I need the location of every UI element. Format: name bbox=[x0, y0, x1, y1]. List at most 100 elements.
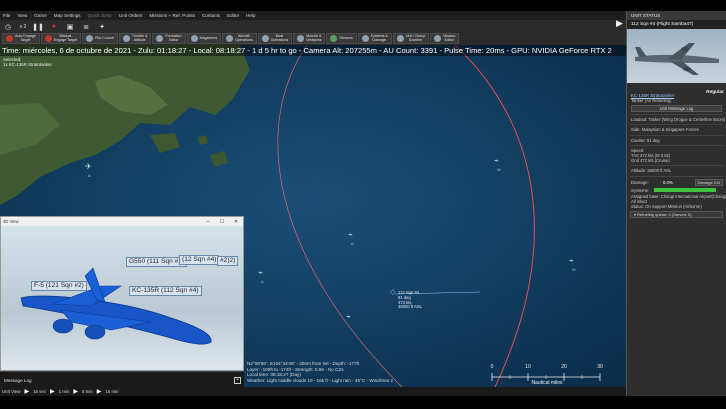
selected-unit-label: 112 Sqn #4 91 deg 473 kts 36000 ft ASL bbox=[398, 290, 422, 310]
formation-editor-button[interactable]: Formation Editor bbox=[152, 33, 186, 44]
contact-air-icon[interactable]: ⌁ bbox=[258, 269, 263, 277]
map-scale-bar: 0 10 20 30 Nautical miles bbox=[490, 364, 603, 386]
throttle-altitude-button[interactable]: Throttle & Altitude bbox=[118, 33, 152, 44]
panel-header: UNIT STATUS bbox=[627, 11, 726, 20]
layers-icon[interactable]: ≣ bbox=[80, 22, 92, 31]
unit-view-label[interactable]: Unit View bbox=[2, 389, 20, 394]
boat-icon bbox=[261, 35, 269, 42]
settings-icon[interactable]: ✦ bbox=[96, 22, 108, 31]
expand-panel-icon[interactable]: ▶ bbox=[616, 18, 623, 29]
menu-unit-orders[interactable]: Unit Orders bbox=[119, 13, 143, 18]
contact-sub-label: A bbox=[351, 241, 354, 246]
minimize-icon[interactable]: – bbox=[201, 219, 215, 225]
3d-label-f5: F-5 (121 Sqn #2) bbox=[31, 281, 87, 291]
3d-view-titlebar[interactable]: 3D View – ☐ ✕ bbox=[1, 217, 243, 226]
course-icon bbox=[86, 35, 94, 42]
play-icon[interactable]: ▶ bbox=[73, 388, 78, 395]
unit-photo bbox=[627, 29, 726, 83]
unit-loadout[interactable]: Loadout: Tanker [Wing Drogue & Centerlin… bbox=[627, 117, 726, 122]
throttle-icon bbox=[122, 35, 130, 42]
tanker-3d-model bbox=[20, 267, 212, 345]
unit-altitude[interactable]: Altitude: 36000 ft ASL bbox=[627, 168, 726, 173]
unit-gnd-speed[interactable]: Gnd 472 kts (Cruise) bbox=[627, 158, 726, 163]
boat-operations-button[interactable]: Boat Operations bbox=[257, 33, 293, 44]
message-log-bar[interactable]: Message Log + bbox=[0, 371, 244, 387]
menu-missions[interactable]: Missions + Ref. Points bbox=[149, 13, 195, 18]
expand-icon[interactable]: + bbox=[234, 377, 241, 384]
sensor-icon bbox=[330, 35, 338, 42]
selected-unit-icon[interactable]: ◇ bbox=[390, 289, 395, 297]
mission-icon bbox=[434, 35, 442, 42]
step-15min[interactable]: 15 min bbox=[105, 389, 118, 394]
contact-ship-icon[interactable]: ⌁ bbox=[494, 157, 499, 165]
doctrine-button[interactable]: Unit / Group Doctrine bbox=[392, 33, 430, 44]
unit-condition: Regular bbox=[706, 90, 724, 95]
record-icon[interactable]: ● bbox=[48, 22, 60, 31]
refueling-queue[interactable]: ▾ Refueling queue: 0 (Served: 0) bbox=[630, 211, 723, 219]
mounts-weapons-button[interactable]: Mounts & Weapons bbox=[293, 33, 326, 44]
plot-course-button[interactable]: Plot Course bbox=[82, 33, 118, 44]
damage-value: 0.0% bbox=[662, 180, 673, 186]
pause-icon[interactable]: ❚❚ bbox=[32, 22, 44, 31]
damage-row: Damage: 0.0% Damage Ctrl bbox=[627, 179, 726, 187]
3d-label-partial: (12 Sqn #4) bbox=[179, 255, 220, 265]
systems-damage-button[interactable]: Systems & Damage bbox=[357, 33, 392, 44]
mission-editor-button[interactable]: Mission Editor bbox=[430, 33, 460, 44]
sensors-button[interactable]: Sensors bbox=[326, 33, 357, 44]
menu-quick-jump[interactable]: Quick Jump bbox=[88, 13, 112, 18]
play-icon[interactable]: ▶ bbox=[50, 388, 55, 395]
magazines-button[interactable]: Magazines bbox=[186, 33, 222, 44]
crosshair-icon bbox=[44, 35, 52, 42]
menu-file[interactable]: File bbox=[3, 13, 10, 18]
3d-label-g550: G550 (111 Sqn #1) bbox=[126, 257, 188, 267]
step-15sec[interactable]: 15 sec bbox=[33, 389, 46, 394]
unit-role: Tanker (Air Refueling) bbox=[631, 98, 672, 103]
menu-help[interactable]: Help bbox=[246, 13, 255, 18]
menu-bar: File View Game Map Settings Quick Jump U… bbox=[0, 11, 626, 20]
contact-air-icon[interactable]: ⌁ bbox=[348, 231, 353, 239]
time-controls: Unit View ▶ 15 sec ▶ 1 min ▶ 5 min ▶ 15 … bbox=[0, 387, 626, 396]
maximize-icon[interactable]: ☐ bbox=[215, 219, 229, 225]
aircraft-icon bbox=[226, 35, 234, 42]
contact-ship-icon[interactable]: ⌁ bbox=[569, 257, 574, 265]
3d-label-partial-2: #2)2) bbox=[217, 256, 239, 266]
play-icon[interactable]: ▶ bbox=[97, 388, 102, 395]
target-icon bbox=[6, 35, 13, 42]
damage-control-button[interactable]: Damage Ctrl bbox=[694, 179, 723, 187]
manual-engage-button[interactable]: Manual Engage Target bbox=[40, 33, 82, 44]
unit-course: Course: 91 deg bbox=[631, 137, 660, 143]
unit-status: Status: On Support Mission (Airborne) bbox=[631, 204, 702, 210]
contact-air-icon[interactable]: ⌁ bbox=[346, 313, 351, 321]
systems-health-bar bbox=[654, 188, 717, 193]
gear-icon bbox=[361, 35, 369, 42]
contact-sub-label: W bbox=[497, 167, 501, 172]
selected-info: Selected: 1x KC-135R Stratotanker bbox=[3, 57, 53, 67]
doctrine-icon bbox=[396, 35, 404, 42]
menu-contacts[interactable]: Contacts bbox=[202, 13, 220, 18]
clock-icon[interactable]: ◷ bbox=[2, 22, 14, 31]
menu-game[interactable]: Game bbox=[34, 13, 47, 18]
unit-status-panel: UNIT STATUS 112 Sqn #4 (Flight Samba47) … bbox=[626, 11, 726, 396]
play-icon[interactable]: ▶ bbox=[24, 388, 29, 395]
contact-sub-label: A bbox=[88, 173, 91, 178]
camera-icon[interactable]: ▣ bbox=[64, 22, 76, 31]
unit-name: 112 Sqn #4 (Flight Samba47) bbox=[627, 20, 726, 29]
toolbar: ◷ x 2 ❚❚ ● ▣ ≣ ✦ Auto Engage Target Manu… bbox=[0, 20, 626, 45]
step-1min[interactable]: 1 min bbox=[59, 389, 70, 394]
close-icon[interactable]: ✕ bbox=[229, 219, 243, 225]
contact-sub-label: W bbox=[572, 267, 576, 272]
3d-scene[interactable]: G550 (111 Sqn #1) (12 Sqn #4) #2)2) F-5 … bbox=[1, 226, 243, 370]
3d-view-window[interactable]: 3D View – ☐ ✕ G550 (111 Sqn #1) (12 Sqn … bbox=[0, 216, 244, 371]
menu-view[interactable]: View bbox=[17, 13, 27, 18]
aircraft-operations-button[interactable]: Aircraft Operations bbox=[222, 33, 257, 44]
contact-aircraft-icon[interactable]: ✈ bbox=[85, 163, 92, 171]
menu-map-settings[interactable]: Map Settings bbox=[54, 13, 81, 18]
menu-editor[interactable]: Editor bbox=[227, 13, 239, 18]
auto-engage-button[interactable]: Auto Engage Target bbox=[2, 33, 40, 44]
step-5min[interactable]: 5 min bbox=[82, 389, 93, 394]
aircraft-photo-icon bbox=[635, 43, 719, 75]
unit-message-log-button[interactable]: Unit Message Log bbox=[631, 105, 722, 113]
systems-row: Systems: bbox=[627, 187, 726, 194]
time-compression-label: x 2 bbox=[19, 23, 27, 30]
formation-icon bbox=[156, 35, 164, 42]
